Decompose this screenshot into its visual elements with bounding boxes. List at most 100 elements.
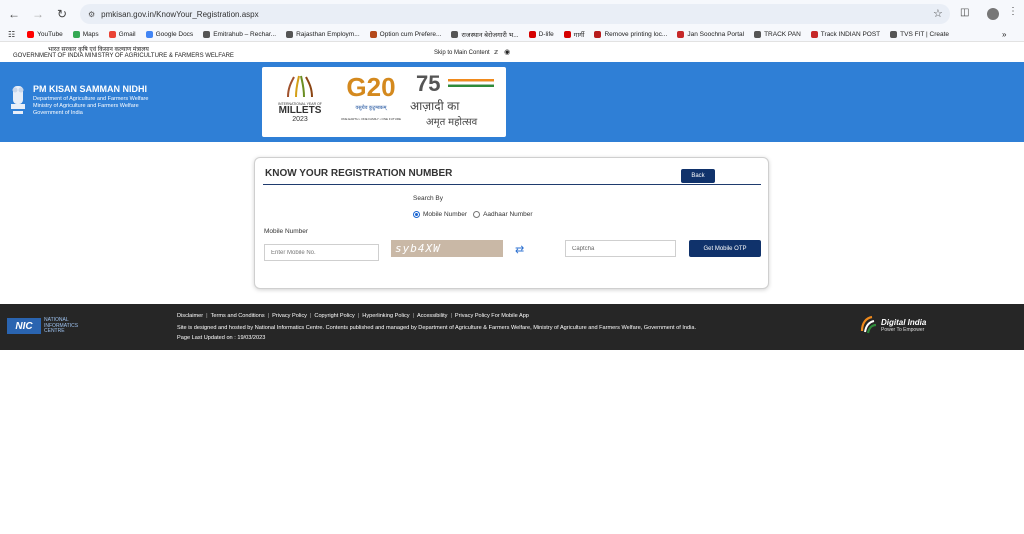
hosted-by-text: Site is designed and hosted by National … [177, 325, 697, 331]
bookmark-label: Track INDIAN POST [820, 31, 881, 38]
footer-link[interactable]: Privacy Policy [272, 313, 307, 319]
bookmark-item[interactable]: Google Docs [145, 31, 193, 38]
footer-link[interactable]: Accessibility [417, 313, 447, 319]
address-bar[interactable]: ⚙ pmkisan.gov.in/KnowYour_Registration.a… [80, 4, 950, 24]
bookmark-label: Emitrahub – Rechar... [213, 31, 277, 38]
bookmarks-more-icon[interactable]: » [1002, 30, 1012, 39]
bookmark-label: Jan Soochna Portal [687, 31, 745, 38]
forward-arrow-icon[interactable]: → [28, 4, 48, 24]
bookmark-favicon-icon [677, 31, 685, 38]
g20-logo: G20 वसुधैव कुटुम्बकम् ONE EARTH • ONE FA… [332, 73, 410, 133]
back-arrow-icon[interactable]: ← [4, 4, 24, 24]
bookmark-item[interactable]: YouTube [27, 31, 63, 38]
footer-link-separator: | [309, 313, 312, 319]
bookmark-item[interactable]: Emitrahub – Rechar... [203, 31, 276, 38]
nic-short-text: NIC [7, 318, 41, 335]
mobile-number-radio[interactable] [413, 211, 420, 218]
bookmark-item[interactable]: Track INDIAN POST [810, 31, 881, 38]
bookmark-favicon-icon [108, 31, 116, 38]
nic-logo[interactable]: NIC NATIONAL INFORMATICS CENTRE [7, 317, 78, 335]
digital-india-mark-icon [860, 315, 877, 334]
footer-link-separator: | [206, 313, 208, 319]
url-text: pmkisan.gov.in/KnowYour_Registration.asp… [101, 9, 259, 19]
search-by-options: Mobile Number Aadhaar Number [413, 211, 539, 218]
bookmark-label: राजस्थान बेरोजगारी भ... [461, 32, 519, 39]
gov-english-text: GOVERNMENT OF INDIA MINISTRY OF AGRICULT… [13, 53, 234, 59]
g20-hindi-text: वसुधैव कुटुम्बकम् [355, 105, 387, 111]
bookmark-label: Gmail [118, 31, 136, 38]
facebook-icon[interactable]: ◉ [504, 49, 510, 56]
campaign-logos: INTERNATIONAL YEAR OF MILLETS 2023 G20 व… [262, 67, 506, 137]
footer-link[interactable]: Copyright Policy [314, 313, 354, 319]
bookmark-item[interactable]: Gmail [108, 31, 136, 38]
browser-toolbar: ← → ↻ ⌂ ⚙ pmkisan.gov.in/KnowYour_Regist… [0, 0, 1024, 28]
bookmark-label: Remove printing loc... [604, 31, 668, 38]
bookmark-favicon-icon [369, 31, 377, 38]
bookmark-favicon-icon [72, 31, 80, 38]
title-divider [263, 184, 761, 185]
bookmark-label: Option cum Prefere... [379, 31, 442, 38]
bookmark-label: D-life [538, 31, 554, 38]
search-by-label: Search By [413, 195, 443, 202]
twitter-icon[interactable]: 𝕫 [494, 49, 498, 56]
bookmark-label: TVS FIT | Create [900, 31, 950, 38]
brand-sub-ministry: Ministry of Agriculture and Farmers Welf… [33, 103, 139, 109]
bookmark-item[interactable]: गार्गी [563, 30, 584, 39]
footer-link[interactable]: Disclaimer [177, 313, 203, 319]
registration-card: KNOW YOUR REGISTRATION NUMBER Back Searc… [254, 157, 769, 289]
bookmark-item[interactable]: Maps [72, 31, 99, 38]
azadi-logo: 75 आज़ादी का अमृत महोत्सव [410, 73, 502, 133]
bookmark-item[interactable]: Option cum Prefere... [369, 31, 442, 38]
bookmark-favicon-icon [754, 31, 762, 38]
bookmark-item[interactable]: TVS FIT | Create [890, 31, 949, 38]
brand-sub-government: Government of India [33, 110, 83, 116]
back-button[interactable]: Back [681, 169, 715, 183]
footer-link-separator: | [267, 313, 270, 319]
millets-logo: INTERNATIONAL YEAR OF MILLETS 2023 [270, 75, 330, 131]
aadhaar-number-radio[interactable] [473, 211, 481, 218]
mobile-number-label: Mobile Number [264, 228, 309, 235]
bookmark-item[interactable]: Remove printing loc... [594, 31, 667, 38]
bookmark-favicon-icon [890, 31, 898, 38]
bookmark-label: Rajasthan Employm... [296, 31, 360, 38]
footer-link[interactable]: Hyperlinking Policy [362, 313, 409, 319]
mobile-number-radio-label[interactable]: Mobile Number [423, 211, 467, 218]
g20-text: G20 [346, 72, 396, 102]
brand-sub-department: Department of Agriculture and Farmers We… [33, 96, 149, 102]
apps-grid-icon[interactable]: ☷ [8, 30, 15, 39]
national-emblem-icon [11, 86, 25, 114]
site-footer: NIC NATIONAL INFORMATICS CENTRE Disclaim… [0, 304, 1024, 350]
bookmark-item[interactable]: Rajasthan Employm... [286, 31, 360, 38]
bookmark-item[interactable]: राजस्थान बेरोजगारी भ... [451, 30, 519, 39]
digital-india-tagline: Power To Empower [881, 326, 925, 333]
g20-tagline: ONE EARTH • ONE FAMILY • ONE FUTURE [340, 117, 402, 121]
footer-link-separator: | [357, 313, 360, 319]
skip-to-main-link[interactable]: Skip to Main Content [434, 50, 490, 56]
bookmark-favicon-icon [286, 31, 294, 38]
bookmark-star-icon[interactable]: ☆ [933, 7, 949, 20]
bookmark-label: Maps [82, 31, 99, 38]
reload-icon[interactable]: ↻ [52, 4, 72, 24]
captcha-image: syb4XW [391, 240, 503, 257]
bookmark-item[interactable]: D-life [528, 31, 554, 38]
captcha-input[interactable] [565, 240, 676, 257]
profile-avatar[interactable] [987, 8, 999, 20]
digital-india-title: Digital India [881, 317, 927, 327]
extensions-icon[interactable]: ◫ [960, 7, 969, 18]
site-info-icon[interactable]: ⚙ [88, 10, 95, 19]
digital-india-logo[interactable]: Digital India Power To Empower [858, 315, 926, 335]
bookmark-item[interactable]: TRACK PAN [754, 31, 801, 38]
menu-icon[interactable]: ⋮ [1008, 6, 1018, 17]
get-mobile-otp-button[interactable]: Get Mobile OTP [689, 240, 761, 257]
last-updated-text: Page Last Updated on : 19/03/2023 [177, 335, 266, 341]
site-banner: PM KISAN SAMMAN NIDHI Department of Agri… [0, 62, 1024, 142]
aadhaar-number-radio-label[interactable]: Aadhaar Number [483, 211, 533, 218]
bookmark-favicon-icon [810, 31, 818, 38]
mobile-number-input[interactable] [264, 244, 379, 261]
footer-link[interactable]: Terms and Conditions [211, 313, 265, 319]
akam-line2: अमृत महोत्सव [426, 117, 478, 128]
footer-link[interactable]: Privacy Policy For Mobile App [455, 313, 529, 319]
refresh-captcha-icon[interactable]: ⇄ [515, 243, 524, 256]
footer-links: Disclaimer | Terms and Conditions | Privacy … [177, 313, 529, 319]
bookmark-item[interactable]: Jan Soochna Portal [677, 31, 744, 38]
